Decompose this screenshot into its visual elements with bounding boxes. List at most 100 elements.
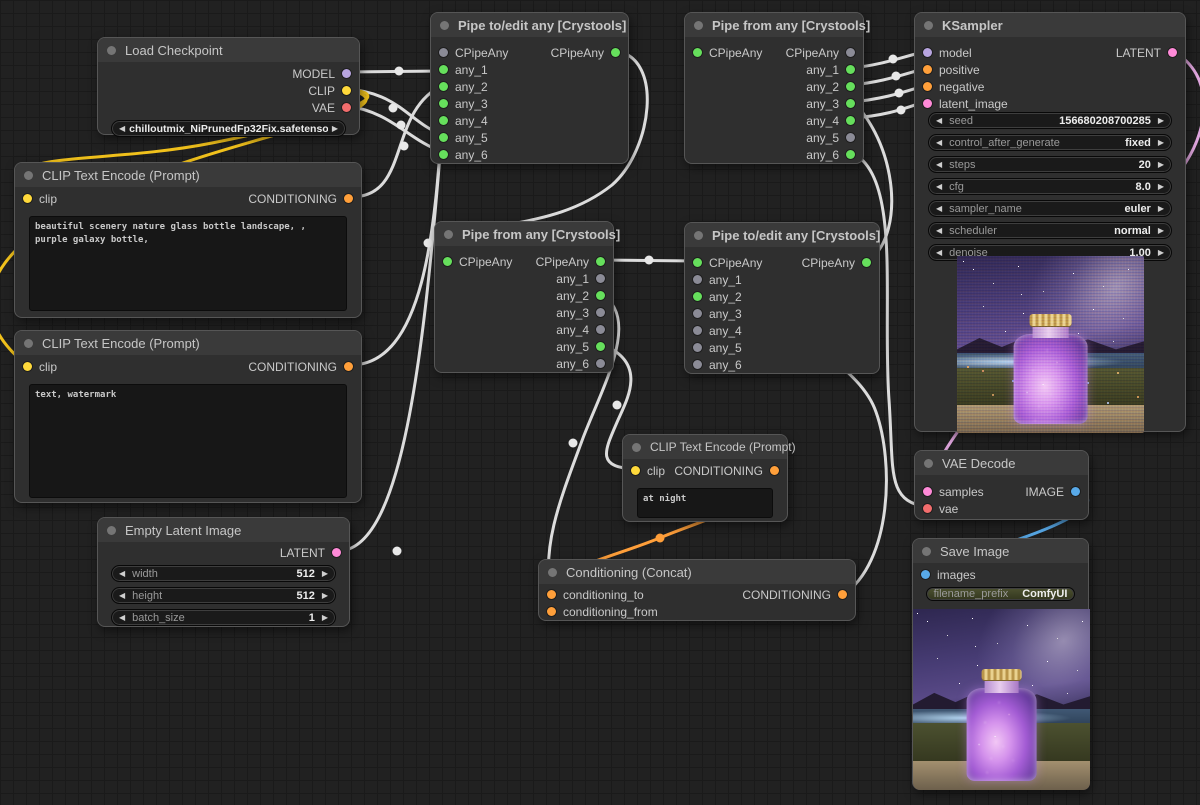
input-port-any_3[interactable]: any_3 (685, 307, 742, 321)
collapse-dot[interactable] (694, 231, 703, 240)
output-dot-CPipeAny[interactable] (862, 258, 871, 267)
input-port-any_1[interactable]: any_1 (685, 273, 742, 287)
input-dot-any_6[interactable] (693, 360, 702, 369)
output-dot-any_5[interactable] (846, 133, 855, 142)
input-dot-conditioning_from[interactable] (547, 607, 556, 616)
input-dot-CPipeAny[interactable] (443, 257, 452, 266)
node-title-bar[interactable]: Save Image (913, 539, 1088, 563)
input-dot-conditioning_to[interactable] (547, 590, 556, 599)
output-port-IMAGE[interactable]: IMAGE (1025, 485, 1088, 499)
node-pipe-from-any-mid[interactable]: Pipe from any [Crystools] CPipeAnyCPipeA… (434, 221, 614, 373)
output-port-any_6[interactable]: any_6 (556, 357, 613, 371)
output-dot-LATENT[interactable] (332, 548, 341, 557)
output-dot-any_3[interactable] (846, 99, 855, 108)
input-port-CPipeAny[interactable]: CPipeAny (685, 46, 762, 60)
left-arrow-icon[interactable]: ◀ (119, 125, 125, 133)
right-arrow-icon[interactable]: ▶ (1158, 205, 1164, 213)
output-dot-MODEL[interactable] (342, 69, 351, 78)
right-arrow-icon[interactable]: ▶ (1158, 249, 1164, 257)
output-port-MODEL[interactable]: MODEL (292, 67, 359, 81)
output-port-any_1[interactable]: any_1 (806, 63, 863, 77)
output-dot-CPipeAny[interactable] (846, 48, 855, 57)
node-pipe-from-any-top[interactable]: Pipe from any [Crystools] CPipeAny CPipeA… (684, 12, 864, 164)
output-port-any_5[interactable]: any_5 (556, 340, 613, 354)
node-title-bar[interactable]: Pipe to/edit any [Crystools] (431, 13, 628, 37)
output-dot-VAE[interactable] (342, 103, 351, 112)
right-arrow-icon[interactable]: ▶ (1158, 227, 1164, 235)
output-dot-any_4[interactable] (846, 116, 855, 125)
right-arrow-icon[interactable]: ▶ (1158, 117, 1164, 125)
output-port-CONDITIONING[interactable]: CONDITIONING (248, 360, 361, 374)
right-arrow-icon[interactable]: ▶ (322, 614, 328, 622)
output-port-CONDITIONING[interactable]: CONDITIONING (742, 588, 855, 602)
output-dot-CONDITIONING[interactable] (344, 362, 353, 371)
input-port-conditioning_to[interactable]: conditioning_to (539, 588, 644, 602)
input-port-any_2[interactable]: any_2 (431, 80, 488, 94)
input-dot-any_4[interactable] (439, 116, 448, 125)
widget-height[interactable]: ◀height512▶ (111, 587, 336, 604)
output-port-LATENT[interactable]: LATENT (280, 546, 349, 560)
widget-width[interactable]: ◀width512▶ (111, 565, 336, 582)
widget-cfg[interactable]: ◀cfg8.0▶ (928, 178, 1172, 195)
input-port-clip[interactable]: clip (15, 192, 57, 206)
output-port-any_2[interactable]: any_2 (556, 289, 613, 303)
input-dot-clip[interactable] (631, 466, 640, 475)
collapse-dot[interactable] (440, 21, 449, 30)
output-port-any_2[interactable]: any_2 (806, 80, 863, 94)
node-title-bar[interactable]: CLIP Text Encode (Prompt) (15, 163, 361, 187)
output-port-any_1[interactable]: any_1 (556, 272, 613, 286)
input-port-any_5[interactable]: any_5 (431, 131, 488, 145)
output-dot-any_2[interactable] (846, 82, 855, 91)
input-dot-any_5[interactable] (439, 133, 448, 142)
output-port-CPipeAny[interactable]: CPipeAny (802, 256, 879, 270)
input-port-any_4[interactable]: any_4 (685, 324, 742, 338)
input-dot-model[interactable] (923, 48, 932, 57)
node-vae-decode[interactable]: VAE Decode samplesIMAGEvae (914, 450, 1089, 520)
node-title-bar[interactable]: KSampler (915, 13, 1185, 37)
right-arrow-icon[interactable]: ▶ (322, 570, 328, 578)
left-arrow-icon[interactable]: ◀ (936, 139, 942, 147)
node-save-image[interactable]: Save Image imagesfilename_prefixComfyUI (912, 538, 1089, 790)
input-dot-latent_image[interactable] (923, 99, 932, 108)
right-arrow-icon[interactable]: ▶ (322, 592, 328, 600)
node-title-bar[interactable]: Pipe from any [Crystools] (685, 13, 863, 37)
input-dot-any_2[interactable] (693, 292, 702, 301)
input-port-any_3[interactable]: any_3 (431, 97, 488, 111)
output-dot-any_1[interactable] (596, 274, 605, 283)
output-port-any_4[interactable]: any_4 (806, 114, 863, 128)
widget-steps[interactable]: ◀steps20▶ (928, 156, 1172, 173)
input-port-samples[interactable]: samples (915, 485, 984, 499)
left-arrow-icon[interactable]: ◀ (936, 227, 942, 235)
output-port-CLIP[interactable]: CLIP (308, 84, 359, 98)
collapse-dot[interactable] (924, 21, 933, 30)
input-dot-CPipeAny[interactable] (693, 258, 702, 267)
left-arrow-icon[interactable]: ◀ (119, 592, 125, 600)
input-port-model[interactable]: model (915, 46, 972, 60)
input-dot-vae[interactable] (923, 504, 932, 513)
output-port-CONDITIONING[interactable]: CONDITIONING (674, 464, 787, 478)
left-arrow-icon[interactable]: ◀ (936, 183, 942, 191)
widget-control_after_generate[interactable]: ◀control_after_generatefixed▶ (928, 134, 1172, 151)
input-dot-clip[interactable] (23, 362, 32, 371)
output-port-any_3[interactable]: any_3 (556, 306, 613, 320)
node-load-checkpoint[interactable]: Load Checkpoint MODELCLIPVAE◀chilloutmix… (97, 37, 360, 135)
collapse-dot[interactable] (924, 459, 933, 468)
output-port-CPipeAny[interactable]: CPipeAny (786, 46, 863, 60)
input-dot-images[interactable] (921, 570, 930, 579)
input-dot-any_3[interactable] (439, 99, 448, 108)
node-title-bar[interactable]: Pipe to/edit any [Crystools] (685, 223, 879, 247)
output-port-CONDITIONING[interactable]: CONDITIONING (248, 192, 361, 206)
left-arrow-icon[interactable]: ◀ (936, 205, 942, 213)
widget-sampler_name[interactable]: ◀sampler_nameeuler▶ (928, 200, 1172, 217)
output-dot-any_6[interactable] (846, 150, 855, 159)
input-port-latent_image[interactable]: latent_image (915, 97, 1008, 111)
output-port-LATENT[interactable]: LATENT (1116, 46, 1185, 60)
input-dot-any_2[interactable] (439, 82, 448, 91)
output-dot-IMAGE[interactable] (1071, 487, 1080, 496)
node-title-bar[interactable]: Conditioning (Concat) (539, 560, 855, 584)
input-port-clip[interactable]: clip (623, 464, 665, 478)
widget-value[interactable]: ◀chilloutmix_NiPrunedFp32Fix.safetensors… (111, 120, 346, 137)
output-dot-any_5[interactable] (596, 342, 605, 351)
left-arrow-icon[interactable]: ◀ (119, 570, 125, 578)
input-port-CPipeAny[interactable]: CPipeAny (431, 46, 508, 60)
